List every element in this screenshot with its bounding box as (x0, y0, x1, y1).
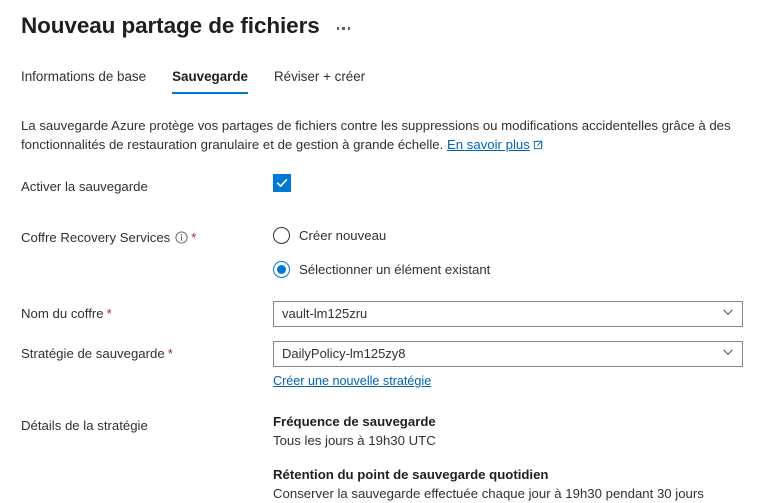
enable-backup-label-cell: Activer la sauvegarde (21, 174, 273, 196)
row-recovery-vault: Coffre Recovery Services * Créer nouveau… (21, 225, 742, 279)
new-file-share-blade: Nouveau partage de fichiers Informations… (0, 0, 758, 503)
chevron-down-icon (722, 305, 734, 323)
tab-bar: Informations de base Sauvegarde Réviser … (0, 66, 758, 94)
radio-circle-icon (273, 261, 290, 278)
tab-informations-de-base[interactable]: Informations de base (21, 67, 146, 94)
radio-select-existing[interactable]: Sélectionner un élément existant (273, 260, 742, 279)
radio-circle-icon (273, 227, 290, 244)
backup-policy-label-cell: Stratégie de sauvegarde * (21, 341, 273, 363)
recovery-vault-label-cell: Coffre Recovery Services * (21, 225, 273, 247)
enable-backup-control (273, 174, 742, 192)
vault-name-value: vault-lm125zru (282, 306, 368, 321)
recovery-vault-required-marker: * (191, 229, 197, 245)
description-text: La sauvegarde Azure protège vos partages… (21, 118, 731, 152)
radio-select-existing-label: Sélectionner un élément existant (299, 262, 491, 277)
policy-detail-heading: Rétention du point de sauvegarde quotidi… (273, 467, 549, 482)
policy-detail-group: Rétention du point de sauvegarde quotidi… (273, 466, 742, 503)
policy-detail-text: Conserver la sauvegarde effectuée chaque… (273, 486, 704, 501)
radio-create-new[interactable]: Créer nouveau (273, 226, 742, 245)
tab-reviser-creer[interactable]: Réviser + créer (274, 67, 365, 94)
external-link-icon (533, 136, 543, 155)
ellipsis-dot (342, 27, 345, 30)
row-enable-backup: Activer la sauvegarde (21, 174, 742, 196)
policy-details-content: Fréquence de sauvegarde Tous les jours à… (273, 413, 742, 503)
backup-policy-dropdown[interactable]: DailyPolicy-lm125zy8 (273, 341, 743, 367)
backup-policy-value: DailyPolicy-lm125zy8 (282, 346, 406, 361)
ellipsis-dot (347, 27, 351, 30)
row-vault-name: Nom du coffre * vault-lm125zru (21, 301, 743, 327)
ellipsis-dot (336, 27, 340, 30)
blade-content: La sauvegarde Azure protège vos partages… (0, 116, 758, 503)
vault-name-required-marker: * (106, 305, 112, 321)
blade-header: Nouveau partage de fichiers (0, 0, 758, 40)
policy-details-label: Détails de la stratégie (21, 418, 148, 433)
chevron-down-icon (722, 345, 734, 363)
radio-create-new-label: Créer nouveau (299, 228, 387, 243)
policy-details-label-cell: Détails de la stratégie (21, 413, 273, 435)
policy-detail-heading: Fréquence de sauvegarde (273, 414, 436, 429)
page-title: Nouveau partage de fichiers (21, 12, 320, 38)
enable-backup-checkbox[interactable] (273, 174, 291, 192)
policy-detail-text: Tous les jours à 19h30 UTC (273, 433, 436, 448)
checkmark-icon (276, 179, 288, 187)
backup-form: Activer la sauvegarde Coffre Recovery Se… (21, 174, 743, 503)
backup-policy-control: DailyPolicy-lm125zy8 Créer une nouvelle … (273, 341, 743, 390)
more-options-icon[interactable] (334, 25, 354, 32)
row-policy-details: Détails de la stratégie Fréquence de sau… (21, 413, 742, 503)
vault-name-label-cell: Nom du coffre * (21, 301, 273, 323)
tab-sauvegarde[interactable]: Sauvegarde (172, 67, 248, 94)
vault-name-label: Nom du coffre (21, 306, 104, 321)
radio-dot (277, 265, 286, 274)
policy-detail-group: Fréquence de sauvegarde Tous les jours à… (273, 413, 742, 450)
vault-name-control: vault-lm125zru (273, 301, 743, 327)
vault-name-dropdown[interactable]: vault-lm125zru (273, 301, 743, 327)
info-icon[interactable] (175, 231, 188, 244)
backup-policy-required-marker: * (167, 345, 173, 361)
enable-backup-label: Activer la sauvegarde (21, 179, 148, 194)
create-new-policy-link[interactable]: Créer une nouvelle stratégie (273, 374, 431, 388)
backup-policy-label: Stratégie de sauvegarde (21, 346, 165, 361)
row-backup-policy: Stratégie de sauvegarde * DailyPolicy-lm… (21, 341, 743, 390)
vault-option-radio-group: Créer nouveau Sélectionner un élément ex… (273, 225, 742, 279)
recovery-vault-label: Coffre Recovery Services (21, 230, 171, 245)
description-paragraph: La sauvegarde Azure protège vos partages… (21, 116, 742, 155)
recovery-vault-control: Créer nouveau Sélectionner un élément ex… (273, 225, 742, 279)
learn-more-link[interactable]: En savoir plus (447, 137, 530, 152)
